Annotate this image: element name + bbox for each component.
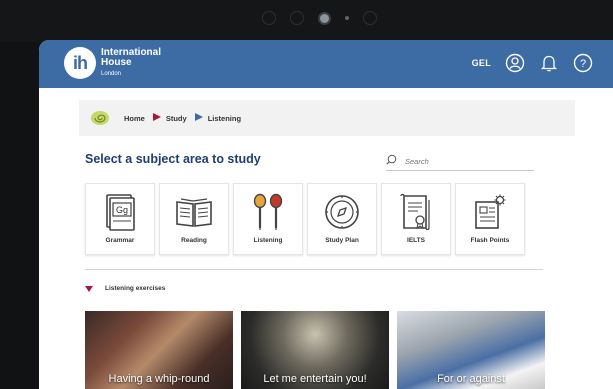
grammar-book-icon: Gg bbox=[100, 192, 140, 232]
breadcrumb-study[interactable]: Study bbox=[145, 113, 187, 123]
compass-icon bbox=[322, 192, 362, 232]
section-header-listening-exercises[interactable]: Listening exercises bbox=[85, 285, 165, 292]
header-actions: GEL ? bbox=[472, 53, 593, 73]
app-header: ih International House London GEL ? bbox=[39, 40, 613, 88]
search-box[interactable] bbox=[386, 152, 534, 171]
sensor-icon bbox=[290, 11, 304, 25]
subject-card-flash-points[interactable]: Flash Points bbox=[455, 183, 525, 255]
search-input[interactable] bbox=[403, 155, 525, 167]
exercise-title: Let me entertain you! bbox=[263, 373, 367, 385]
logo-line: International bbox=[101, 46, 162, 58]
spiral-logo-icon bbox=[89, 107, 111, 129]
logo-line: House bbox=[101, 56, 132, 68]
user-profile-icon[interactable] bbox=[505, 53, 525, 73]
subject-label: IELTS bbox=[407, 237, 425, 244]
exercise-title: For or against bbox=[437, 373, 505, 385]
svg-text:Gg: Gg bbox=[116, 205, 128, 215]
exercise-tile[interactable]: Having a whip-round bbox=[85, 311, 233, 389]
sensor-icon bbox=[345, 16, 349, 20]
certificate-icon bbox=[396, 192, 436, 232]
camera-strip bbox=[262, 11, 377, 25]
logo-text: International House London bbox=[101, 46, 162, 79]
page-title: Select a subject area to study bbox=[85, 152, 261, 166]
sensor-icon bbox=[262, 11, 276, 25]
subject-label: Flash Points bbox=[470, 237, 510, 244]
logo-mark: ih bbox=[64, 47, 96, 79]
subject-label: Study Plan bbox=[325, 237, 359, 244]
logo-line: London bbox=[101, 70, 122, 77]
exercise-tiles: Having a whip-round Let me entertain you… bbox=[85, 311, 545, 389]
subject-label: Listening bbox=[253, 237, 283, 244]
tablet-device: ih International House London GEL ? Home… bbox=[0, 0, 613, 389]
breadcrumb-home[interactable]: Home bbox=[111, 114, 145, 123]
tablet-bezel bbox=[0, 0, 613, 42]
level-badge[interactable]: GEL bbox=[472, 58, 491, 68]
ih-logo[interactable]: ih International House London bbox=[64, 47, 161, 79]
camera-icon bbox=[318, 11, 331, 25]
subject-card-listening[interactable]: Listening bbox=[233, 183, 303, 255]
breadcrumb-label: Study bbox=[165, 113, 187, 123]
section-divider bbox=[85, 269, 543, 270]
breadcrumb-label: Listening bbox=[207, 113, 242, 123]
newspaper-gear-icon bbox=[470, 192, 510, 232]
search-icon[interactable] bbox=[386, 152, 397, 170]
subject-card-grammar[interactable]: Gg Grammar bbox=[85, 183, 155, 255]
app-screen: ih International House London GEL ? Home… bbox=[39, 40, 613, 389]
exercise-title: Having a whip-round bbox=[108, 373, 210, 385]
svg-text:?: ? bbox=[580, 58, 586, 70]
help-icon[interactable]: ? bbox=[573, 53, 593, 73]
exercise-tile[interactable]: Let me entertain you! bbox=[241, 311, 389, 389]
breadcrumb-listening[interactable]: Listening bbox=[187, 113, 241, 123]
section-title: Listening exercises bbox=[105, 285, 166, 292]
breadcrumb-label: Home bbox=[124, 113, 145, 123]
open-book-icon bbox=[174, 192, 214, 232]
subject-card-reading[interactable]: Reading bbox=[159, 183, 229, 255]
subject-label: Reading bbox=[181, 237, 207, 244]
breadcrumb-arrow-icon bbox=[194, 113, 203, 123]
sensor-icon bbox=[363, 11, 377, 25]
notification-bell-icon[interactable] bbox=[539, 53, 559, 73]
collapse-triangle-icon[interactable] bbox=[85, 285, 93, 292]
exercise-tile[interactable]: For or against bbox=[397, 311, 545, 389]
breadcrumb-arrow-icon bbox=[152, 113, 161, 123]
subject-card-ielts[interactable]: IELTS bbox=[381, 183, 451, 255]
subject-card-study-plan[interactable]: Study Plan bbox=[307, 183, 377, 255]
earphones-icon bbox=[248, 192, 288, 232]
subject-cards: Gg Grammar Reading Listening Study Plan … bbox=[85, 183, 525, 255]
breadcrumb: Home Study Listening bbox=[79, 100, 575, 136]
subject-label: Grammar bbox=[105, 237, 135, 244]
